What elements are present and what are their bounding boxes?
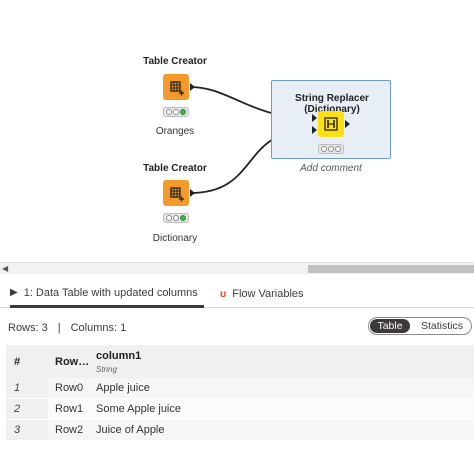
row-index: 2 bbox=[14, 403, 21, 415]
node-table-creator-dictionary[interactable]: Table Creator bbox=[130, 163, 220, 174]
table-row[interactable]: 2 Row1 Some Apple juice bbox=[6, 399, 474, 420]
row-index: 1 bbox=[14, 382, 21, 394]
scrollbar-thumb[interactable] bbox=[308, 265, 474, 273]
row-value: Juice of Apple bbox=[96, 424, 165, 436]
table-creator-icon[interactable] bbox=[163, 180, 189, 206]
tab-flow-variables-label: Flow Variables bbox=[232, 288, 304, 300]
output-port-icon[interactable] bbox=[190, 189, 195, 197]
table-row[interactable]: 1 Row0 Apple juice bbox=[6, 378, 474, 399]
header-index: # bbox=[14, 356, 21, 368]
table-row[interactable]: 3 Row2 Juice of Apple bbox=[6, 420, 474, 441]
tab-flow-variables[interactable]: ʊ Flow Variables bbox=[220, 280, 304, 308]
node-label-oranges[interactable]: Oranges bbox=[130, 126, 220, 137]
node-label-dictionary[interactable]: Dictionary bbox=[130, 233, 220, 244]
node-title-dictionary: Table Creator bbox=[143, 163, 207, 174]
add-comment-link[interactable]: Add comment bbox=[271, 163, 391, 174]
toggle-table-button[interactable]: Table bbox=[370, 319, 410, 333]
row-value: Apple juice bbox=[96, 382, 150, 394]
app-root: String Replacer (Dictionary) Add comment… bbox=[0, 0, 474, 456]
header-row-key[interactable]: Row… bbox=[55, 356, 89, 368]
play-icon: ▶ bbox=[10, 287, 18, 298]
row-key: Row1 bbox=[55, 403, 84, 415]
header-column-type: String bbox=[96, 365, 117, 374]
flow-variable-icon: ʊ bbox=[220, 288, 227, 300]
node-label-dictionary-wrap: Dictionary bbox=[130, 233, 220, 244]
table-header: # Row… column1 String bbox=[6, 345, 474, 378]
column-count: Columns: 1 bbox=[70, 322, 127, 334]
status-traffic-light bbox=[318, 144, 344, 154]
tab-data-table[interactable]: ▶ 1: Data Table with updated columns bbox=[10, 280, 204, 308]
info-separator: | bbox=[57, 322, 61, 334]
row-count: Rows: 3 bbox=[8, 322, 48, 334]
connection-layer bbox=[189, 86, 312, 194]
toggle-statistics-button[interactable]: Statistics bbox=[415, 318, 469, 334]
table-info: Rows: 3 | Columns: 1 bbox=[8, 322, 126, 334]
row-key: Row0 bbox=[55, 382, 84, 394]
data-table: # Row… column1 String 1 Row0 Apple juice… bbox=[6, 345, 474, 441]
node-title-oranges: Table Creator bbox=[143, 56, 207, 67]
view-toggle[interactable]: Table Statistics bbox=[368, 317, 472, 335]
table-body: 1 Row0 Apple juice 2 Row1 Some Apple jui… bbox=[6, 378, 474, 441]
input-port-icon[interactable] bbox=[312, 126, 317, 134]
workflow-canvas[interactable]: String Replacer (Dictionary) Add comment… bbox=[0, 0, 474, 262]
status-traffic-light bbox=[163, 213, 189, 223]
table-creator-icon[interactable] bbox=[163, 74, 189, 100]
row-key: Row2 bbox=[55, 424, 84, 436]
output-tabs: ▶ 1: Data Table with updated columns ʊ F… bbox=[0, 280, 474, 308]
output-port-icon[interactable] bbox=[345, 120, 350, 128]
header-column1[interactable]: column1 bbox=[96, 350, 141, 362]
input-port-icon[interactable] bbox=[312, 114, 317, 122]
string-replacer-icon[interactable] bbox=[318, 111, 344, 137]
row-index: 3 bbox=[14, 424, 21, 436]
output-port-icon[interactable] bbox=[190, 83, 195, 91]
scroll-left-arrow-icon[interactable]: ◀ bbox=[2, 264, 8, 273]
node-label-oranges-wrap: Oranges bbox=[130, 126, 220, 137]
canvas-horizontal-scrollbar[interactable]: ◀ bbox=[0, 262, 474, 274]
tab-data-table-label: 1: Data Table with updated columns bbox=[23, 286, 198, 299]
status-traffic-light bbox=[163, 107, 189, 117]
row-value: Some Apple juice bbox=[96, 403, 181, 415]
node-table-creator-oranges[interactable]: Table Creator bbox=[130, 56, 220, 67]
